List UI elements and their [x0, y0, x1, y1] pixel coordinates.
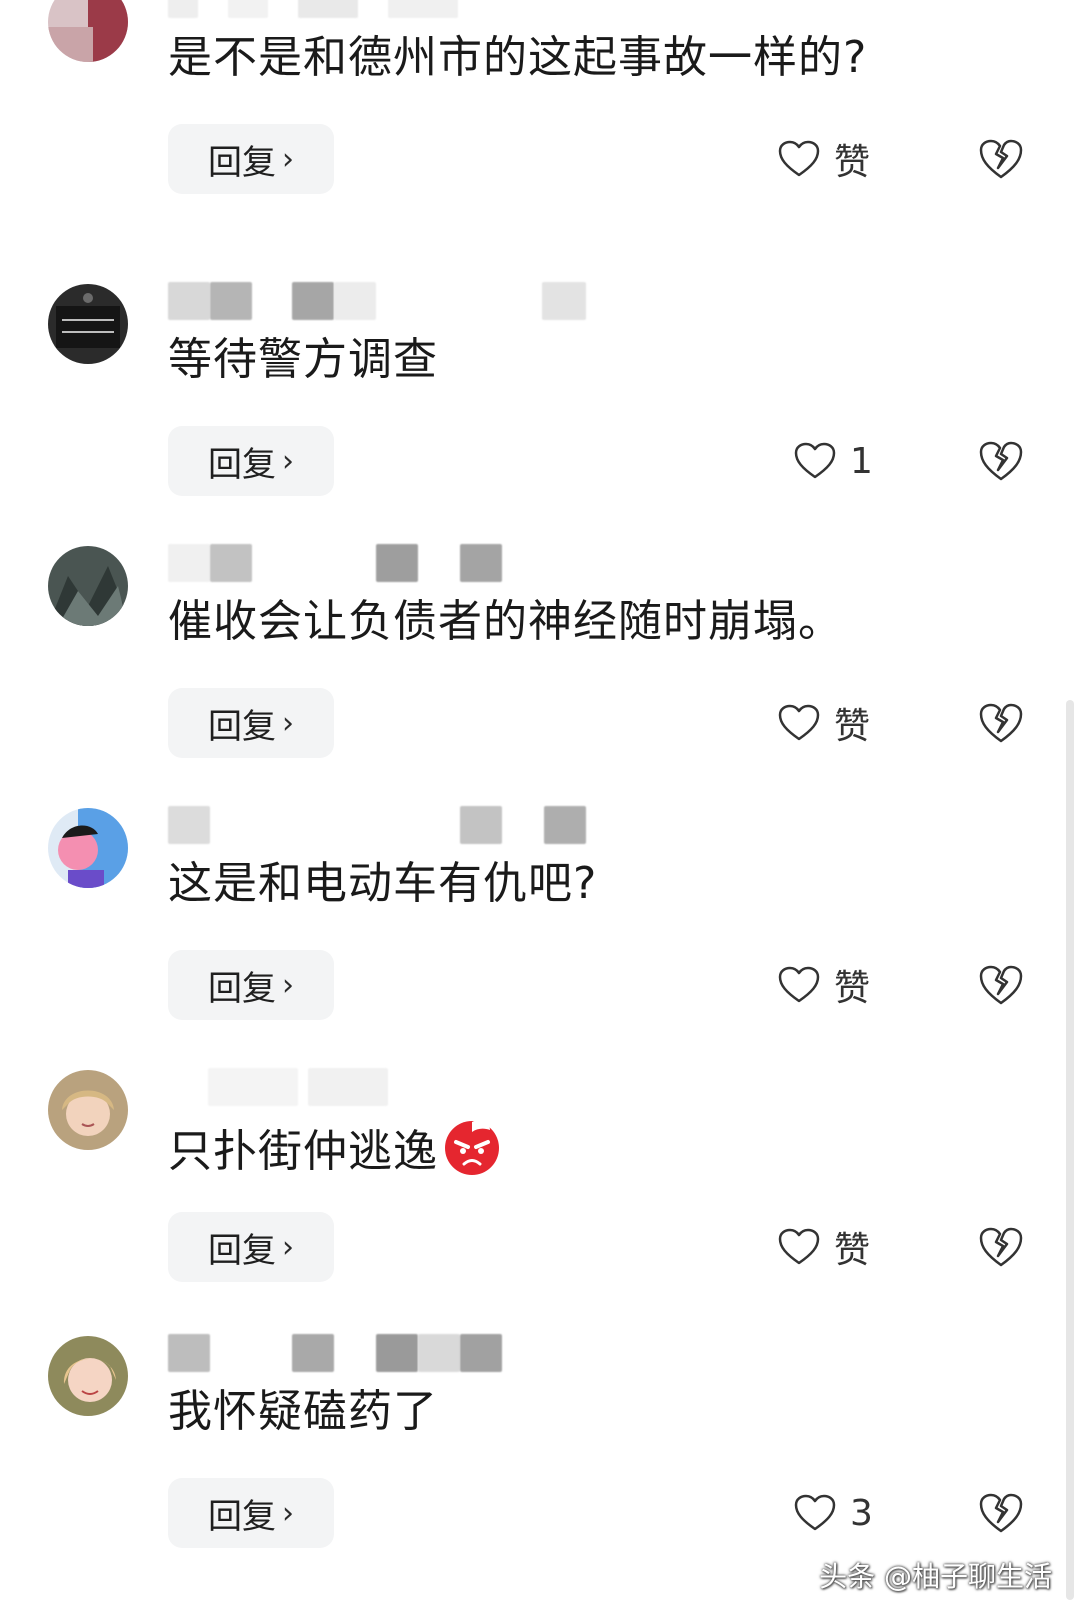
comment-text: 是不是和德州市的这起事故一样的?: [168, 32, 868, 83]
reply-button[interactable]: 回复 ›: [168, 1212, 334, 1282]
like-button[interactable]: 赞: [778, 134, 870, 184]
comment-item: 这是和电动车有仇吧? 回复 › 赞: [0, 796, 1080, 1058]
avatar[interactable]: [48, 546, 128, 626]
broken-heart-icon: [979, 965, 1023, 1005]
like-button[interactable]: 赞: [778, 698, 870, 748]
heart-outline-icon: [794, 442, 836, 479]
dislike-button[interactable]: [978, 138, 1024, 182]
like-button[interactable]: 3: [794, 1488, 873, 1538]
like-count: 赞: [834, 706, 871, 747]
like-button[interactable]: 赞: [778, 960, 870, 1010]
reply-label: 回复: [208, 142, 276, 183]
reply-label: 回复: [208, 1496, 276, 1537]
avatar[interactable]: [48, 1070, 128, 1150]
reply-label: 回复: [208, 706, 276, 747]
avatar[interactable]: [48, 284, 128, 364]
comment-text: 只扑街仲逃逸: [168, 1116, 502, 1192]
dislike-button[interactable]: [978, 1226, 1024, 1270]
chevron-right-icon: ›: [282, 967, 294, 1003]
reply-button[interactable]: 回复 ›: [168, 1478, 334, 1548]
dislike-button[interactable]: [978, 702, 1024, 746]
angry-face-icon: [442, 1116, 502, 1192]
chevron-right-icon: ›: [282, 443, 294, 479]
dislike-button[interactable]: [978, 440, 1024, 484]
comment-text: 我怀疑磕药了: [168, 1386, 438, 1437]
broken-heart-icon: [979, 1493, 1023, 1533]
like-count: 1: [850, 440, 873, 482]
heart-outline-icon: [778, 966, 820, 1003]
comment-text: 这是和电动车有仇吧?: [168, 858, 598, 909]
like-count: 赞: [834, 142, 871, 183]
broken-heart-icon: [979, 441, 1023, 481]
comment-item: 我怀疑磕药了 回复 › 3: [0, 1324, 1080, 1586]
heart-outline-icon: [778, 704, 820, 741]
username-redacted: [168, 1068, 608, 1108]
dislike-button[interactable]: [978, 1492, 1024, 1536]
like-count: 赞: [834, 968, 871, 1009]
username-redacted: [168, 544, 608, 584]
chevron-right-icon: ›: [282, 1229, 294, 1265]
comment-item: 只扑街仲逃逸 回复 › 赞: [0, 1058, 1080, 1320]
username-redacted: [168, 1334, 608, 1374]
broken-heart-icon: [979, 703, 1023, 743]
dislike-button[interactable]: [978, 964, 1024, 1008]
comment-text: 催收会让负债者的神经随时崩塌。: [168, 596, 843, 647]
chevron-right-icon: ›: [282, 141, 294, 177]
comment-item: 等待警方调查 回复 › 1: [0, 272, 1080, 534]
like-button[interactable]: 1: [794, 436, 873, 486]
avatar[interactable]: [48, 808, 128, 888]
username-redacted: [168, 282, 608, 322]
reply-button[interactable]: 回复 ›: [168, 124, 334, 194]
like-button[interactable]: 赞: [778, 1222, 870, 1272]
chevron-right-icon: ›: [282, 1495, 294, 1531]
watermark: 头条 @柚子聊生活: [819, 1560, 1052, 1593]
reply-label: 回复: [208, 1230, 276, 1271]
heart-outline-icon: [778, 1228, 820, 1265]
chevron-right-icon: ›: [282, 705, 294, 741]
broken-heart-icon: [979, 139, 1023, 179]
like-count: 3: [850, 1492, 873, 1534]
comment-text-content: 只扑街仲逃逸: [168, 1126, 438, 1177]
broken-heart-icon: [979, 1227, 1023, 1267]
reply-button[interactable]: 回复 ›: [168, 426, 334, 496]
reply-button[interactable]: 回复 ›: [168, 688, 334, 758]
scrollbar[interactable]: [1066, 700, 1074, 1600]
heart-outline-icon: [778, 140, 820, 177]
heart-outline-icon: [794, 1494, 836, 1531]
avatar[interactable]: [48, 1336, 128, 1416]
like-count: 赞: [834, 1230, 871, 1271]
username-redacted: [168, 806, 608, 846]
avatar[interactable]: [48, 0, 128, 62]
username-redacted: [168, 0, 608, 20]
comment-item: 催收会让负债者的神经随时崩塌。 回复 › 赞: [0, 534, 1080, 796]
comment-item: 是不是和德州市的这起事故一样的? 回复 › 赞: [0, 0, 1080, 232]
reply-label: 回复: [208, 444, 276, 485]
reply-label: 回复: [208, 968, 276, 1009]
comment-text: 等待警方调查: [168, 334, 438, 385]
reply-button[interactable]: 回复 ›: [168, 950, 334, 1020]
